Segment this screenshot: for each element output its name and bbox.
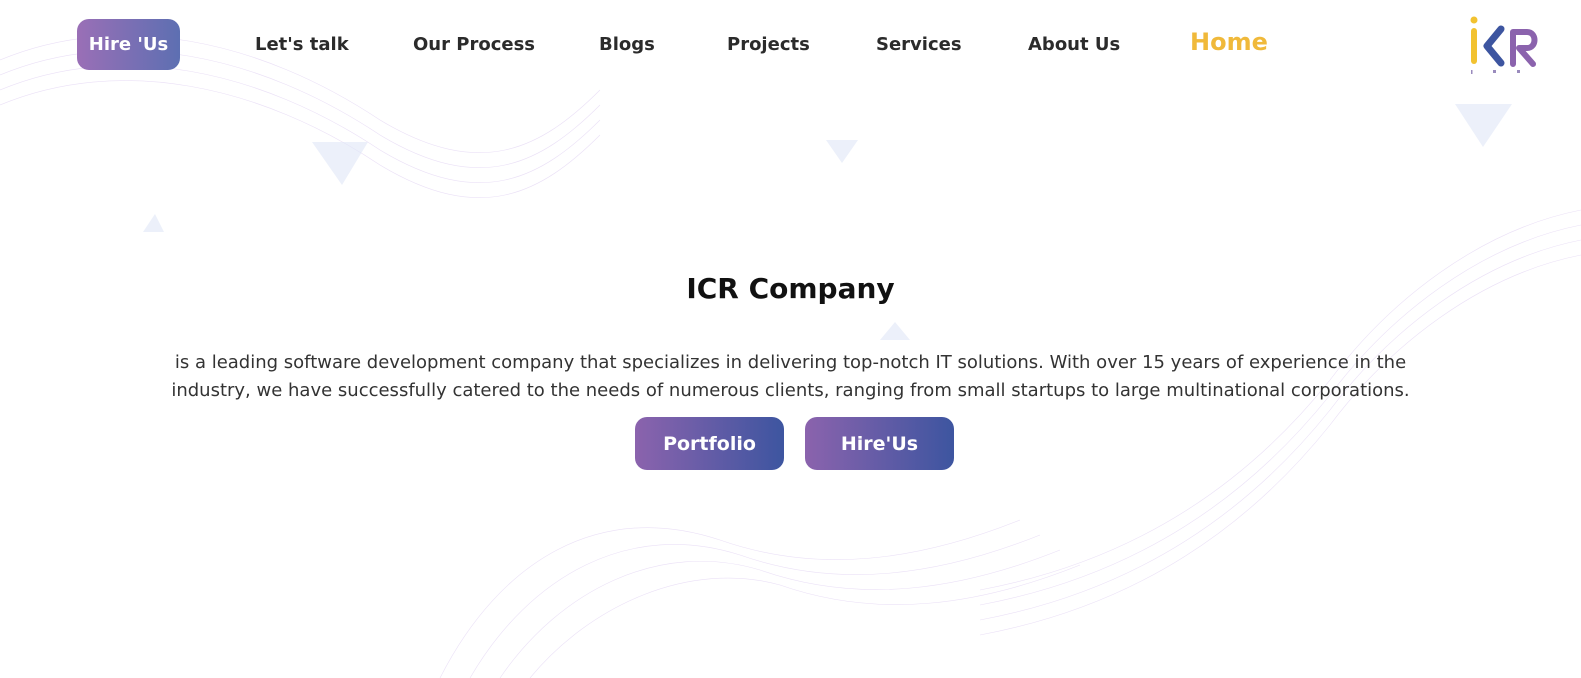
hero-description: is a leading software development compan… — [171, 352, 1410, 401]
hero-title: ICR Company — [686, 272, 895, 305]
hero-section: ICR Company is a leading software develo… — [0, 0, 1581, 678]
portfolio-button[interactable]: Portfolio — [635, 417, 784, 470]
hire-us-button[interactable]: Hire'Us — [805, 417, 954, 470]
